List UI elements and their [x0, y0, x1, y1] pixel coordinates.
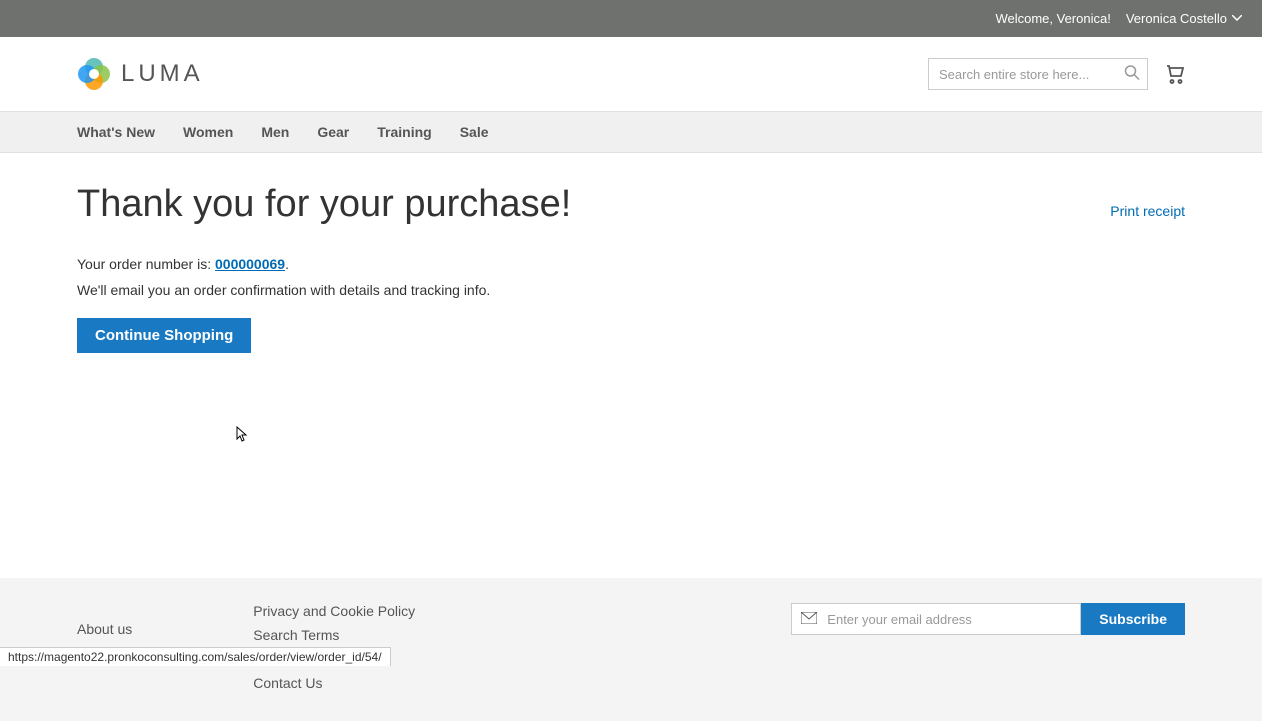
logo-icon — [77, 57, 111, 91]
main-content: Thank you for your purchase! Print recei… — [0, 153, 1262, 413]
nav-whats-new[interactable]: What's New — [77, 112, 155, 152]
nav-gear[interactable]: Gear — [317, 112, 349, 152]
order-number-link[interactable]: 000000069 — [215, 256, 285, 272]
top-bar: Welcome, Veronica! Veronica Costello — [0, 0, 1262, 37]
order-suffix: . — [285, 256, 289, 272]
newsletter-input[interactable] — [791, 603, 1081, 635]
page-title: Thank you for your purchase! — [77, 183, 1185, 226]
continue-shopping-button[interactable]: Continue Shopping — [77, 318, 251, 353]
cursor-icon — [232, 426, 248, 449]
search-input[interactable] — [928, 58, 1148, 90]
nav-men[interactable]: Men — [261, 112, 289, 152]
header-right — [928, 58, 1185, 90]
main-nav: What's New Women Men Gear Training Sale — [0, 111, 1262, 153]
mail-icon — [801, 611, 817, 627]
footer-about-us[interactable]: About us — [77, 621, 188, 637]
account-name: Veronica Costello — [1126, 11, 1227, 26]
logo[interactable]: LUMA — [77, 57, 204, 91]
order-number-text: Your order number is: 000000069. — [77, 256, 1185, 272]
nav-training[interactable]: Training — [377, 112, 431, 152]
confirmation-text: We'll email you an order confirmation wi… — [77, 282, 1185, 298]
account-dropdown[interactable]: Veronica Costello — [1126, 11, 1242, 26]
header: LUMA — [0, 37, 1262, 111]
search-icon[interactable] — [1124, 65, 1140, 84]
footer-privacy[interactable]: Privacy and Cookie Policy — [253, 603, 415, 619]
welcome-text: Welcome, Veronica! — [995, 11, 1110, 26]
nav-women[interactable]: Women — [183, 112, 233, 152]
footer-search-terms[interactable]: Search Terms — [253, 627, 415, 643]
cart-icon[interactable] — [1163, 62, 1185, 87]
chevron-down-icon — [1232, 13, 1242, 24]
subscribe-button[interactable]: Subscribe — [1081, 603, 1185, 635]
browser-status-bar: https://magento22.pronkoconsulting.com/s… — [0, 647, 391, 666]
logo-text: LUMA — [121, 60, 204, 88]
search-box — [928, 58, 1148, 90]
nav-sale[interactable]: Sale — [460, 112, 489, 152]
footer-newsletter: Subscribe — [791, 603, 1185, 691]
print-receipt-link[interactable]: Print receipt — [1110, 203, 1185, 219]
order-label: Your order number is: — [77, 256, 215, 272]
footer-contact-us[interactable]: Contact Us — [253, 675, 415, 691]
